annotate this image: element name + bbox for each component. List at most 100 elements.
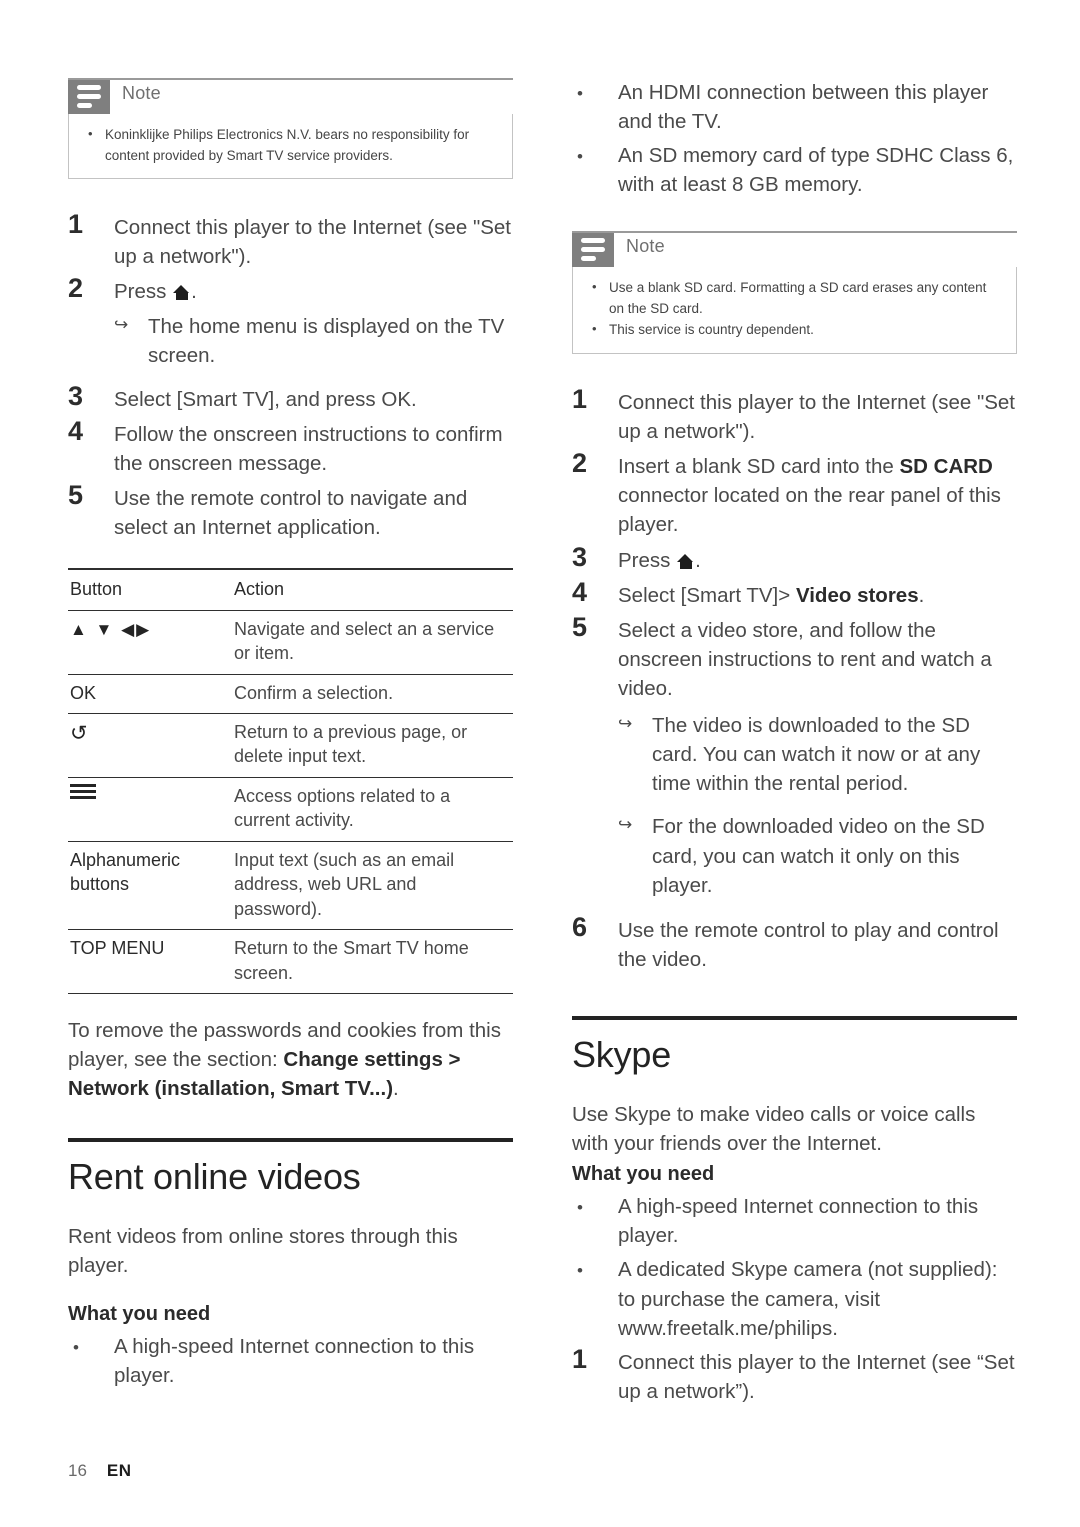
table-row: OK Confirm a selection. bbox=[68, 674, 513, 715]
note-item: This service is country dependent. bbox=[589, 319, 1000, 341]
list-item: • An HDMI connection between this player… bbox=[572, 74, 1017, 136]
table-cell-action: Return to the Smart TV home screen. bbox=[232, 929, 513, 995]
step-item: 3 Press . bbox=[572, 542, 1017, 575]
note-title: Note bbox=[626, 236, 665, 257]
page-footer: 16 EN bbox=[68, 1461, 132, 1481]
step-item: 1 Connect this player to the Internet (s… bbox=[572, 1344, 1017, 1406]
step-text-lead: Press bbox=[618, 548, 677, 572]
video-store-steps-list-continued: 6 Use the remote control to play and con… bbox=[572, 912, 1017, 974]
subheading-what-you-need: What you need bbox=[572, 1163, 715, 1186]
table-cell-action: Input text (such as an email address, we… bbox=[232, 841, 513, 931]
section-heading: Skype bbox=[572, 1033, 672, 1075]
page-number: 16 bbox=[68, 1461, 87, 1480]
step-text-tail: . bbox=[918, 583, 925, 607]
requirement-text: An HDMI connection between this player a… bbox=[618, 81, 989, 134]
step-result: ↪ The video is downloaded to the SD card… bbox=[618, 707, 1017, 798]
step-text-tail: . bbox=[695, 548, 701, 572]
step-item: 4 Select [Smart TV]> Video stores. bbox=[572, 577, 1017, 610]
note-title: Note bbox=[122, 83, 161, 103]
video-store-steps-list: 1 Connect this player to the Internet (s… bbox=[572, 384, 1017, 703]
section-rent-online-videos: Rent online videos bbox=[68, 1137, 513, 1198]
bullet-icon: • bbox=[73, 1337, 79, 1357]
note-box-sdcard: Note Use a blank SD card. Formatting a S… bbox=[572, 231, 1017, 354]
requirement-text: A high-speed Internet connection to this… bbox=[618, 1195, 979, 1248]
direction-pad-arrows-icon: ▲ ▼ ◀▶ bbox=[68, 610, 232, 675]
step-text-emphasis: Video stores bbox=[795, 583, 919, 607]
step-text: Use the remote control to navigate and s… bbox=[114, 486, 468, 540]
step-text-tail: connector located on the rear panel of t… bbox=[618, 484, 1001, 537]
result-arrow-icon: ↪ bbox=[618, 714, 633, 734]
step-number: 1 bbox=[572, 1343, 588, 1374]
step-result: ↪ The home menu is displayed on the TV s… bbox=[114, 308, 513, 370]
step-text: Select [Smart TV]> Video stores. bbox=[618, 577, 1017, 610]
requirements-list: • A high-speed Internet connection to th… bbox=[68, 1328, 513, 1390]
result-arrow-icon: ↪ bbox=[618, 815, 633, 835]
step-number: 4 bbox=[572, 576, 588, 607]
list-item: • A dedicated Skype camera (not supplied… bbox=[572, 1251, 1017, 1342]
note-icon bbox=[572, 233, 614, 268]
step-text: Select a video store, and follow the ons… bbox=[618, 618, 992, 700]
step-number: 3 bbox=[68, 380, 84, 411]
table-row: ↺ Return to a previous page, or delete i… bbox=[68, 713, 513, 778]
note-body: Koninklijke Philips Electronics N.V. bea… bbox=[68, 114, 513, 180]
table-cell-action: Return to a previous page, or delete inp… bbox=[232, 713, 513, 778]
step-number: 5 bbox=[68, 479, 84, 510]
note-header: Note bbox=[572, 231, 1017, 268]
list-item: • A high-speed Internet connection to th… bbox=[68, 1328, 513, 1390]
home-icon bbox=[173, 285, 190, 301]
step-item: 5 Use the remote control to navigate and… bbox=[68, 480, 513, 542]
requirements-list-continued: • An HDMI connection between this player… bbox=[572, 74, 1017, 199]
step-number: 3 bbox=[572, 541, 588, 572]
step-text-emphasis: SD CARD bbox=[899, 455, 993, 479]
step-item: 3 Select [Smart TV], and press OK. bbox=[68, 381, 513, 414]
step-text: Connect this player to the Internet (see… bbox=[618, 390, 1015, 444]
result-text: The home menu is displayed on the TV scr… bbox=[148, 315, 505, 368]
list-item: • A high-speed Internet connection to th… bbox=[572, 1188, 1017, 1250]
note-body: Use a blank SD card. Formatting a SD car… bbox=[572, 267, 1017, 354]
bullet-icon: • bbox=[577, 147, 583, 167]
step-text: Select [Smart TV], and press OK. bbox=[114, 387, 417, 411]
home-icon bbox=[677, 553, 694, 569]
step-text: Insert a blank SD card into the SD CARD … bbox=[618, 448, 1017, 539]
table-row: Access options related to a current acti… bbox=[68, 777, 513, 842]
step-text: Use the remote control to play and contr… bbox=[618, 918, 999, 971]
requirement-text: An SD memory card of type SDHC Class 6, … bbox=[618, 144, 1014, 197]
paragraph-tail: . bbox=[393, 1077, 399, 1101]
bullet-icon: • bbox=[577, 84, 583, 103]
step-text-lead: Select [Smart TV]> bbox=[618, 583, 796, 607]
table-header-row: Button Action bbox=[68, 568, 513, 611]
step-number: 1 bbox=[572, 383, 588, 414]
table-cell-button: Alphanumeric buttons bbox=[68, 841, 232, 931]
step-item: 5 Select a video store, and follow the o… bbox=[572, 612, 1017, 703]
step-text-lead: Insert a blank SD card into the bbox=[618, 455, 900, 479]
table-cell-action: Navigate and select an a service or item… bbox=[232, 610, 513, 675]
right-column: • An HDMI connection between this player… bbox=[572, 74, 1017, 1408]
step-item: 1 Connect this player to the Internet (s… bbox=[572, 384, 1017, 446]
step-text-lead: Press bbox=[114, 280, 173, 304]
subheading-what-you-need: What you need bbox=[68, 1302, 211, 1325]
result-text: For the downloaded video on the SD card,… bbox=[652, 815, 985, 897]
bullet-icon: • bbox=[577, 1198, 583, 1218]
table-cell-action: Access options related to a current acti… bbox=[232, 777, 513, 842]
step-number: 2 bbox=[572, 448, 588, 479]
section-skype: Skype bbox=[572, 1015, 1017, 1076]
page-language: EN bbox=[106, 1461, 132, 1480]
back-arrow-icon: ↺ bbox=[68, 713, 232, 778]
section-intro: Use Skype to make video calls or voice c… bbox=[572, 1102, 976, 1156]
requirements-list: • A high-speed Internet connection to th… bbox=[572, 1188, 1017, 1343]
smarttv-steps-list-continued: 3 Select [Smart TV], and press OK. 4 Fol… bbox=[68, 381, 513, 543]
bullet-icon: • bbox=[577, 1261, 583, 1281]
section-heading: Rent online videos bbox=[68, 1155, 361, 1197]
left-column: Note Koninklijke Philips Electronics N.V… bbox=[68, 78, 513, 1391]
table-row: TOP MENU Return to the Smart TV home scr… bbox=[68, 929, 513, 995]
step-text: Connect this player to the Internet (see… bbox=[618, 1350, 1015, 1403]
button-action-table: Button Action ▲ ▼ ◀▶ Navigate and select… bbox=[68, 568, 513, 995]
step-text: Press . bbox=[114, 273, 513, 306]
requirement-text: A dedicated Skype camera (not supplied):… bbox=[618, 1258, 998, 1340]
column-header-button: Button bbox=[68, 568, 232, 611]
options-list-icon bbox=[68, 777, 232, 842]
table-row: ▲ ▼ ◀▶ Navigate and select an a service … bbox=[68, 610, 513, 675]
note-item: Use a blank SD card. Formatting a SD car… bbox=[589, 277, 1000, 319]
result-arrow-icon: ↪ bbox=[114, 315, 129, 335]
section-intro: Rent videos from online stores through t… bbox=[68, 1224, 458, 1277]
